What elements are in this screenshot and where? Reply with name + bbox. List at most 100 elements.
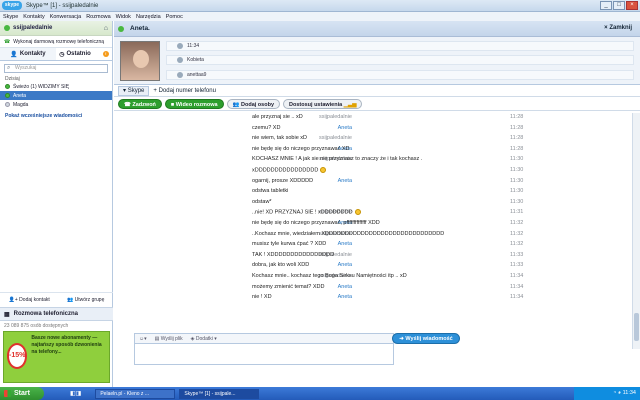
send-file-label: Wyślij plik xyxy=(160,335,183,342)
video-call-label: Wideo rozmowa xyxy=(175,101,218,108)
menu-narzedzia[interactable]: Narzędzia xyxy=(136,14,161,20)
chat-history[interactable]: ssijpaledalnie ale przyznaj sie .. xD 11:2… xyxy=(114,113,632,349)
message-text-content: Kochasz mnie.. kochasz tego Boga Seksu N… xyxy=(252,272,407,279)
show-earlier-messages-link[interactable]: Pokaż wcześniejsze wiadomości xyxy=(0,113,112,119)
phone-icon: ☎ xyxy=(4,38,11,45)
taskbar-item-skype[interactable]: Skype™ [1] - ssijpale... xyxy=(179,388,260,399)
chat-header: Aneta. × Zamknij xyxy=(114,21,640,37)
home-icon[interactable]: ⌂ xyxy=(104,25,108,32)
scrollbar-thumb[interactable] xyxy=(634,313,639,341)
minimize-button[interactable]: _ xyxy=(600,1,612,10)
profile-gender: Kobieta xyxy=(187,57,204,64)
call-button[interactable]: ☎ Zadzwoń xyxy=(118,98,162,109)
send-file-button[interactable]: ▤ Wyślij plik xyxy=(155,336,183,342)
chat-message: Aneta nie ! XD 11:34 xyxy=(114,293,632,304)
chat-message: ssijpaledalnie ..Kochasz mnie, wiedziałem… xyxy=(114,230,632,241)
add-contact-button[interactable]: 👤+ Dodaj kontakt xyxy=(9,297,50,303)
system-tray: ◔ ◕ 11:34 xyxy=(574,387,640,400)
contact-item-magda[interactable]: Magda xyxy=(0,100,112,109)
message-text: nie wiem, tak sobie xD xyxy=(252,135,307,141)
contact-item-aneta[interactable]: Aneta xyxy=(0,91,112,100)
chat-message: odstaw* 11:30 xyxy=(114,198,632,209)
contact-item-group[interactable]: Świeżo (1) WIDZIMY SIĘ xyxy=(0,82,112,91)
profile-time-row: 11:34 xyxy=(166,41,634,52)
extras-button[interactable]: ◈ Dodatki ▾ xyxy=(191,336,217,342)
send-message-button[interactable]: ➜ Wyślij wiadomość xyxy=(392,333,460,344)
menu-skype[interactable]: Skype xyxy=(3,14,18,20)
window-title: Skype™ [1] - ssijpaledalnie xyxy=(26,2,99,9)
message-time: 11:30 xyxy=(510,156,524,163)
create-group-button[interactable]: 👥 Utwórz grupę xyxy=(67,297,104,303)
message-text-content: KOCHASZ MNIE ! A jak sie nie przyznasz t… xyxy=(252,156,423,163)
quicklaunch-icon[interactable]: ◧◨ xyxy=(70,390,81,397)
message-text: ..nie! XD PRZYZNAJ SIE ! xDDDDDDDD xyxy=(252,209,361,216)
close-chat-button[interactable]: × Zamknij xyxy=(604,25,632,31)
menu-widok[interactable]: Widok xyxy=(116,14,131,20)
online-status-icon xyxy=(5,84,10,89)
tab-kontakty-label: Kontakty xyxy=(19,51,46,57)
menu-pomoc[interactable]: Pomoc xyxy=(166,14,183,20)
message-text-content: możemy zmienić temat? XDD xyxy=(252,283,325,290)
add-phone-number-button[interactable]: + Dodaj numer telefonu xyxy=(153,88,216,94)
online-status-icon xyxy=(4,25,10,31)
tab-ostatnio[interactable]: ◷ Ostatnio ! xyxy=(56,48,112,60)
message-text: ..Kochasz mnie, wiedziałem XDDDDDDDDDDDD… xyxy=(252,231,444,237)
contact-name: Świeżo (1) WIDZIMY SIĘ xyxy=(13,83,70,90)
title-bar: skype Skype™ [1] - ssijpaledalnie _ □ × xyxy=(0,0,640,12)
message-text-content: odstwa tabletki xyxy=(252,188,289,195)
phone-call-label: Rozmowa telefoniczna xyxy=(13,311,79,317)
menu-bar: Skype Kontakty Konwersacja Rozmowa Widok… xyxy=(0,12,640,21)
adjust-settings-label: Dostosuj ustawienia xyxy=(289,101,343,108)
avatar[interactable] xyxy=(120,41,160,81)
message-text-content: nie będę się do niczego przyznawać, pfff… xyxy=(252,219,380,226)
send-message-label: Wyślij wiadomość xyxy=(405,336,453,342)
start-button[interactable]: Start xyxy=(0,387,44,400)
emoticon-icon[interactable]: ☺▾ xyxy=(139,336,147,342)
search-input[interactable]: ⌕ Wyszukaj xyxy=(4,64,108,73)
add-contact-icon: 👤+ xyxy=(8,297,18,303)
smiley-icon xyxy=(320,166,327,173)
message-input[interactable] xyxy=(134,343,394,365)
menu-kontakty[interactable]: Kontakty xyxy=(23,14,44,20)
chat-contact-name: Aneta. xyxy=(130,25,150,32)
tab-kontakty[interactable]: 👤 Kontakty xyxy=(0,48,56,60)
clock-icon: ◷ xyxy=(59,51,65,58)
phone-call-section[interactable]: ▦ Rozmowa telefoniczna xyxy=(0,307,113,321)
search-placeholder: Wyszukaj xyxy=(15,65,37,71)
message-text: ale przyznaj sie .. xD xyxy=(252,114,303,120)
profile-info: 11:34 Kobieta anettaa9 xyxy=(166,37,640,84)
online-status-icon xyxy=(5,93,10,98)
group-icon: 👥 xyxy=(232,101,241,108)
adjust-settings-button[interactable]: Dostosuj ustawienia ▁▃▅ xyxy=(283,98,363,109)
message-text-content: dobra, jak kto woli XDD xyxy=(252,262,310,269)
message-text: xDDDDDDDDDDDDDDDD xyxy=(252,166,327,173)
menu-konwersacja[interactable]: Konwersacja xyxy=(50,14,82,20)
taskbar-item-browser[interactable]: Pelaeln.pl - Kleno z ... xyxy=(95,388,176,399)
message-time: 11:34 xyxy=(510,294,524,301)
clock-icon xyxy=(177,43,183,50)
tab-skype[interactable]: ▾ Skype xyxy=(118,85,150,96)
message-time: 11:30 xyxy=(510,188,524,195)
message-text-content: nie wiem, tak sobie xD xyxy=(252,135,308,142)
chat-message: Aneta dobra, jak kto woli XDD 11:33 xyxy=(114,261,632,272)
menu-rozmowa[interactable]: Rozmowa xyxy=(86,14,110,20)
signal-icon: ▁▃▅ xyxy=(342,101,357,108)
close-window-button[interactable]: × xyxy=(626,1,638,10)
offline-status-icon xyxy=(5,102,10,107)
tray-icons[interactable]: ◔ ◕ xyxy=(613,390,623,396)
add-people-button[interactable]: 👥 Dodaj osoby xyxy=(226,98,281,109)
avatar-face xyxy=(133,50,149,68)
chat-message: Aneta ogarnij, prosze XDDDDD 11:30 xyxy=(114,177,632,188)
user-status-bar[interactable]: ssijpaledalnie ⌂ xyxy=(0,21,112,36)
free-call-link[interactable]: ☎ Wykonaj darmową rozmowę telefoniczną xyxy=(0,36,112,48)
message-text-content: ale przyznaj sie .. xD xyxy=(252,114,303,120)
dropdown-icon: ▾ xyxy=(212,335,217,342)
call-toolbar: ☎ Zadzwoń ■ Wideo rozmowa 👥 Dodaj osoby … xyxy=(114,97,640,111)
input-toolbar: ☺▾ ▤ Wyślij plik ◈ Dodatki ▾ xyxy=(134,333,394,343)
video-call-button[interactable]: ■ Wideo rozmowa xyxy=(164,98,224,109)
maximize-button[interactable]: □ xyxy=(613,1,625,10)
online-status-icon xyxy=(118,25,124,32)
ad-banner[interactable]: -15% Basze nowe abonamenty — najtańszy s… xyxy=(3,331,110,383)
plus-icon: + xyxy=(153,87,157,94)
chat-scrollbar[interactable] xyxy=(632,113,640,349)
